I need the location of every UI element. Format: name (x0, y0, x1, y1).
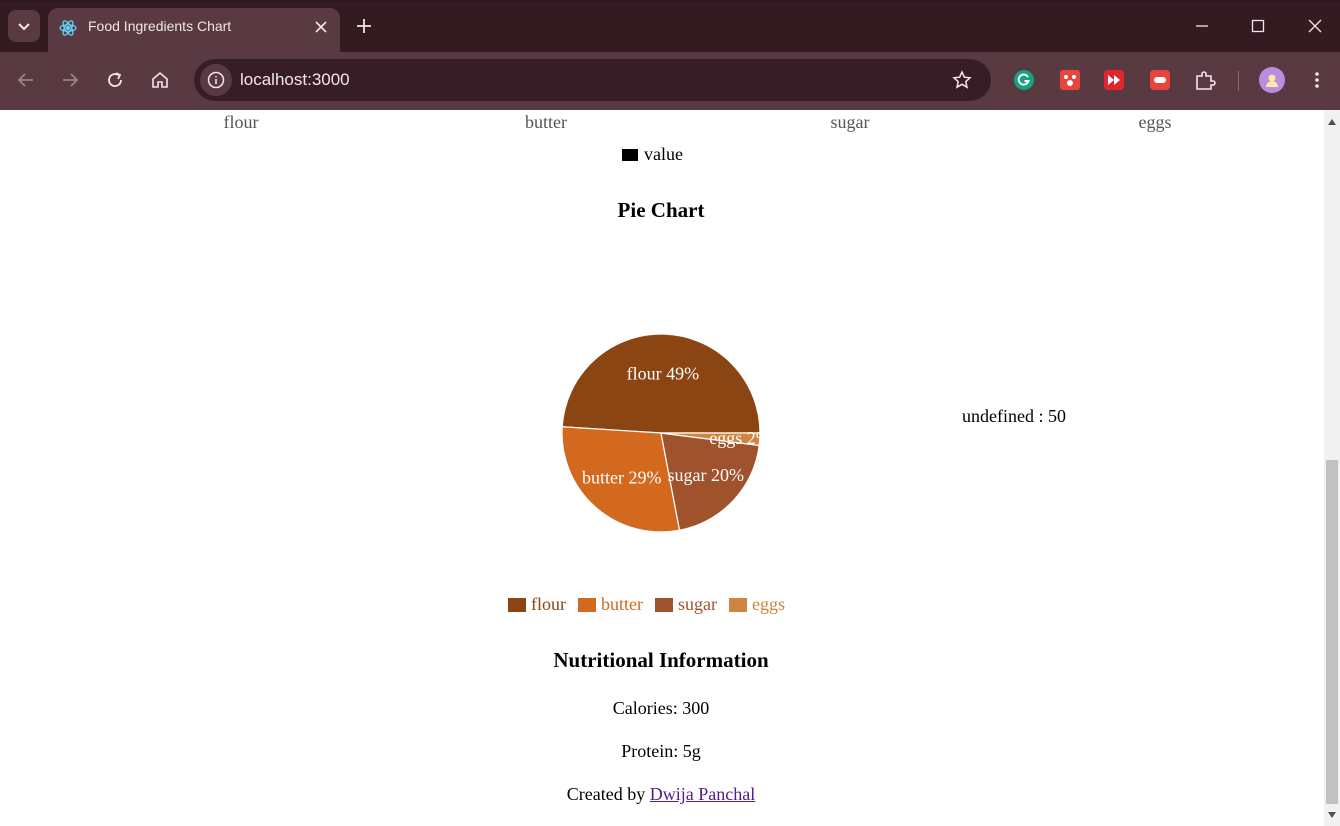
minimize-icon (1196, 25, 1208, 27)
puzzle-icon (1196, 71, 1216, 90)
reload-icon (108, 72, 122, 87)
legend-item-eggs[interactable]: eggs (729, 594, 785, 615)
address-bar[interactable]: localhost:3000 (194, 59, 991, 101)
page-scrollbar[interactable] (1324, 110, 1340, 826)
bar-chart-legend: value (622, 144, 683, 165)
pie-chart: flour 49% butter 29% sugar 20% eggs 2% (561, 333, 771, 533)
scroll-down-arrow[interactable] (1328, 812, 1336, 818)
paw-icon (1060, 70, 1080, 90)
home-button[interactable] (144, 64, 176, 96)
page-content: flour butter sugar eggs value Pie Chart … (0, 110, 1324, 826)
grammarly-icon (1014, 70, 1034, 90)
home-icon (152, 71, 168, 88)
pie-slice-label: sugar 20% (668, 465, 744, 485)
arrow-left-icon (17, 73, 33, 87)
toolbar: localhost:3000 (0, 52, 1340, 110)
tab-strip: Food Ingredients Chart (0, 0, 1340, 52)
legend-label: sugar (678, 594, 717, 614)
footer-credit: Created by Dwija Panchal (0, 784, 1322, 805)
url-text[interactable]: localhost:3000 (240, 70, 350, 90)
credit-prefix: Created by (566, 784, 646, 804)
media-extension-button[interactable] (1102, 68, 1126, 92)
pie-slice-label: eggs 2% (709, 428, 771, 448)
x-tick-label: sugar (830, 112, 870, 132)
tab-strip-edge (0, 0, 1340, 2)
tab-close-button[interactable] (310, 16, 332, 38)
window-close-button[interactable] (1295, 10, 1335, 42)
kebab-menu-icon (1315, 72, 1319, 88)
legend-label: flour (531, 594, 566, 614)
author-link[interactable]: Dwija Panchal (650, 784, 755, 804)
react-icon (59, 20, 77, 36)
paw-extension-button[interactable] (1058, 68, 1082, 92)
scrollbar-thumb[interactable] (1326, 460, 1338, 804)
legend-swatch (508, 597, 526, 612)
reload-button[interactable] (99, 64, 131, 96)
toolbar-separator (1238, 71, 1239, 91)
arrow-right-icon (63, 73, 79, 87)
tab-search-button[interactable] (8, 10, 40, 42)
legend-label: value (644, 144, 683, 164)
site-info-button[interactable] (200, 64, 232, 96)
extensions-button[interactable] (1193, 68, 1217, 92)
x-tick-label: flour (223, 112, 259, 132)
profile-avatar[interactable] (1259, 67, 1285, 93)
legend-swatch (622, 148, 638, 161)
pie-chart-legend: flour butter sugar eggs (508, 594, 797, 615)
x-tick-label: eggs (1138, 112, 1172, 132)
scroll-up-arrow[interactable] (1328, 119, 1336, 125)
tab-active[interactable]: Food Ingredients Chart (48, 8, 340, 52)
x-tick-label: butter (525, 112, 567, 132)
back-button[interactable] (10, 64, 42, 96)
minimize-button[interactable] (1182, 10, 1222, 42)
recorder-extension-button[interactable] (1148, 68, 1172, 92)
info-icon (207, 71, 225, 89)
pie-tooltip-text: undefined : 50 (962, 406, 1066, 426)
pie-slice-label: butter 29% (582, 468, 661, 488)
browser-menu-button[interactable] (1305, 68, 1329, 92)
legend-swatch (578, 597, 596, 612)
legend-swatch (655, 597, 673, 612)
protein-text: Protein: 5g (621, 741, 701, 761)
calories-text: Calories: 300 (612, 698, 710, 718)
pie-chart-heading: Pie Chart (617, 198, 705, 222)
legend-item-butter[interactable]: butter (578, 594, 643, 615)
new-tab-button[interactable] (350, 12, 378, 40)
legend-item-sugar[interactable]: sugar (655, 594, 717, 615)
nutrition-heading: Nutritional Information (553, 648, 769, 672)
legend-item-flour[interactable]: flour (508, 594, 566, 615)
maximize-button[interactable] (1238, 10, 1278, 42)
pie-slice-label: flour 49% (627, 364, 699, 384)
legend-label: butter (601, 594, 643, 614)
close-icon (1308, 19, 1322, 33)
bookmark-button[interactable] (950, 68, 974, 92)
star-icon (952, 70, 972, 89)
fast-forward-icon (1104, 70, 1124, 90)
maximize-icon (1251, 19, 1265, 33)
legend-swatch (729, 597, 747, 612)
chevron-down-icon (18, 23, 30, 31)
grammarly-extension-button[interactable] (1012, 68, 1036, 92)
recorder-icon (1150, 70, 1170, 90)
tab-title: Food Ingredients Chart (88, 18, 232, 34)
forward-button[interactable] (54, 64, 86, 96)
profile-icon (1266, 74, 1278, 87)
close-icon (315, 21, 327, 33)
legend-label: eggs (752, 594, 785, 614)
browser-chrome: Food Ingredients Chart localhost:3000 (0, 0, 1340, 110)
plus-icon (357, 19, 371, 33)
